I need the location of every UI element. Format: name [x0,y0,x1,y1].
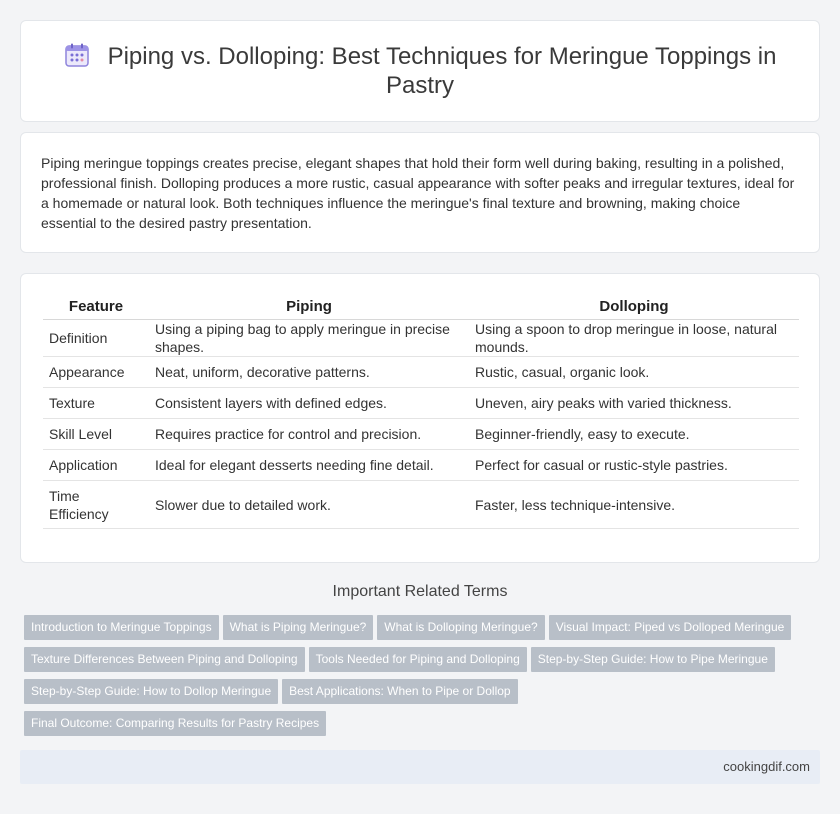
intro-paragraph: Piping meringue toppings creates precise… [41,155,795,231]
feature-cell: Skill Level [43,419,149,450]
dolloping-cell: Beginner-friendly, easy to execute. [469,419,799,450]
related-tag[interactable]: Step-by-Step Guide: How to Pipe Meringue [530,647,775,672]
piping-cell: Using a piping bag to apply meringue in … [149,320,469,357]
dolloping-cell: Perfect for casual or rustic-style pastr… [469,450,799,481]
comparison-card: Feature Piping Dolloping Definition Usin… [20,273,820,563]
calendar-icon [64,42,90,68]
piping-cell: Requires practice for control and precis… [149,419,469,450]
piping-cell: Ideal for elegant desserts needing fine … [149,450,469,481]
dolloping-cell: Rustic, casual, organic look. [469,357,799,388]
header-dolloping: Dolloping [469,293,799,320]
related-terms-list: Introduction to Meringue Toppings What is… [24,615,820,743]
footer: cookingdif.com [20,750,820,784]
page-title: Piping vs. Dolloping: Best Techniques fo… [107,43,777,99]
piping-cell: Slower due to detailed work. [149,481,469,529]
table-row: Skill Level Requires practice for contro… [43,419,799,450]
related-tag[interactable]: Final Outcome: Comparing Results for Pas… [24,711,327,736]
table-row: Texture Consistent layers with defined e… [43,388,799,419]
table-row: Definition Using a piping bag to apply m… [43,320,799,357]
comparison-table: Feature Piping Dolloping Definition Usin… [43,293,799,529]
header-piping: Piping [149,293,469,320]
title-card: Piping vs. Dolloping: Best Techniques fo… [20,20,820,122]
related-tag[interactable]: Texture Differences Between Piping and D… [24,647,305,672]
feature-cell: Appearance [43,357,149,388]
piping-cell: Neat, uniform, decorative patterns. [149,357,469,388]
dolloping-cell: Using a spoon to drop meringue in loose,… [469,320,799,357]
dolloping-cell: Uneven, airy peaks with varied thickness… [469,388,799,419]
related-tag[interactable]: Visual Impact: Piped vs Dolloped Meringu… [548,615,792,640]
feature-cell: Application [43,450,149,481]
related-tag[interactable]: Tools Needed for Piping and Dolloping [308,647,527,672]
related-tag[interactable]: What is Piping Meringue? [222,615,374,640]
related-tag[interactable]: What is Dolloping Meringue? [377,615,545,640]
related-terms-heading: Important Related Terms [332,583,508,600]
feature-cell: Texture [43,388,149,419]
table-row: Appearance Neat, uniform, decorative pat… [43,357,799,388]
dolloping-cell: Faster, less technique-intensive. [469,481,799,529]
related-tag[interactable]: Step-by-Step Guide: How to Dollop Mering… [24,679,279,704]
intro-card: Piping meringue toppings creates precise… [20,132,820,253]
footer-site-link[interactable]: cookingdif.com [723,759,810,774]
piping-cell: Consistent layers with defined edges. [149,388,469,419]
table-header-row: Feature Piping Dolloping [43,293,799,320]
related-tag[interactable]: Best Applications: When to Pipe or Dollo… [282,679,518,704]
header-feature: Feature [43,293,149,320]
feature-cell: Time Efficiency [43,481,149,529]
table-row: Application Ideal for elegant desserts n… [43,450,799,481]
feature-cell: Definition [43,320,149,357]
related-tag[interactable]: Introduction to Meringue Toppings [24,615,219,640]
table-row: Time Efficiency Slower due to detailed w… [43,481,799,529]
